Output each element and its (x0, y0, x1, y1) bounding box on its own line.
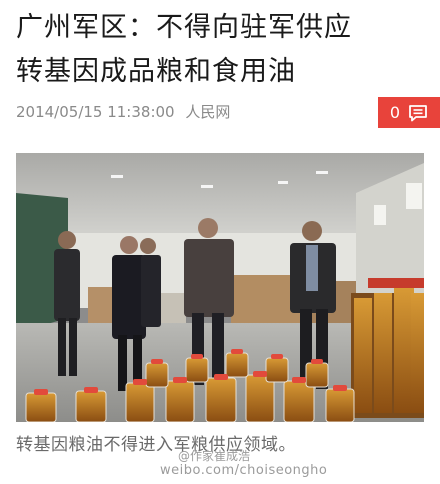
article-photo (16, 153, 424, 422)
comments-button[interactable]: 0 (378, 97, 440, 128)
watermark-handle: @作家崔成浩 (178, 449, 251, 463)
watermark-url: weibo.com/choiseongho (160, 463, 328, 478)
article-title-line-1: 广州军区：不得向驻军供应 (16, 12, 352, 43)
article-title: 广州军区：不得向驻军供应 转基因成品粮和食用油 (16, 6, 426, 94)
article-meta: 2014/05/15 11:38:00 人民网 (16, 101, 230, 122)
publish-date: 2014/05/15 11:38:00 (16, 103, 175, 121)
article-title-line-2: 转基因成品粮和食用油 (16, 56, 296, 87)
photo-caption: 转基因粮油不得进入军粮供应领域。 (16, 435, 296, 455)
article-source: 人民网 (185, 103, 231, 121)
comment-count: 0 (389, 103, 401, 122)
comment-icon (408, 104, 428, 122)
